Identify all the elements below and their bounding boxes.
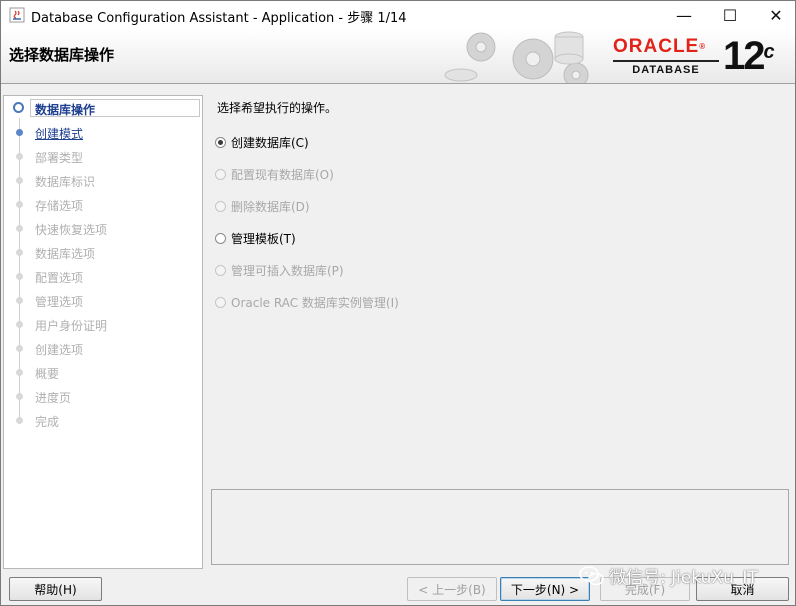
operation-prompt: 选择希望执行的操作。 [217, 101, 338, 115]
nav-step-label: 快速恢复选项 [35, 223, 108, 237]
nav-step-label: 创建选项 [35, 343, 84, 357]
nav-step-label: 配置选项 [35, 271, 84, 285]
step-marker-icon [16, 273, 23, 280]
step-marker-icon [16, 393, 23, 400]
step-marker-icon [16, 153, 23, 160]
operation-option-4[interactable]: 管理模板(T) [215, 229, 296, 247]
nav-step-label: 概要 [35, 367, 60, 381]
option-label: 创建数据库(C) [231, 135, 309, 150]
page-title: 选择数据库操作 [9, 46, 115, 64]
title-bar[interactable]: Database Configuration Assistant - Appli… [1, 1, 795, 29]
dbca-window: Database Configuration Assistant - Appli… [0, 0, 796, 606]
watermark-text: 微信号: JiekuXu_IT [609, 568, 758, 588]
back-button[interactable]: < 上一步(B) [407, 577, 497, 601]
operation-option-2: 配置现有数据库(O) [215, 165, 334, 183]
step-navigator: 数据库操作创建模式部署类型数据库标识存储选项快速恢复选项 数据库选项配置选项管理选… [3, 95, 203, 569]
nav-step-4: 数据库标识 [4, 170, 200, 190]
step-marker-icon [16, 297, 23, 304]
nav-step-11: 创建选项 [4, 338, 200, 358]
step-marker-icon [13, 102, 24, 113]
oracle-logo: ORACLE® DATABASE [613, 37, 719, 76]
step-marker-icon [16, 201, 23, 208]
java-app-icon [9, 7, 25, 23]
nav-step-label: 管理选项 [35, 295, 84, 309]
nav-step-12: 概要 [4, 362, 200, 382]
option-label: 配置现有数据库(O) [231, 167, 334, 182]
option-label: 管理模板(T) [231, 231, 296, 246]
radio-button[interactable] [215, 136, 226, 148]
logo-rule [613, 60, 719, 62]
nav-step-label: 创建模式 [35, 127, 84, 141]
nav-step-label: 数据库操作 [35, 103, 96, 117]
help-button[interactable]: 帮助(H) [9, 577, 102, 601]
step-marker-icon [16, 417, 23, 424]
next-button[interactable]: 下一步(N) > [500, 577, 590, 601]
close-button[interactable]: ✕ [753, 1, 796, 29]
nav-step-label: 部署类型 [35, 151, 84, 165]
detail-info-panel [211, 489, 789, 565]
operation-option-6: Oracle RAC 数据库实例管理(I) [215, 293, 399, 311]
oracle-wordmark: ORACLE® [613, 36, 707, 57]
nav-step-3: 部署类型 [4, 146, 200, 166]
option-label: 管理可插入数据库(P) [231, 263, 344, 278]
radio-button[interactable] [215, 232, 226, 244]
version-logo: 12c [723, 34, 775, 78]
main-panel: 选择希望执行的操作。 创建数据库(C) 配置现有数据库(O) 删除数据库(D) 管理模… [205, 87, 795, 569]
wechat-icon [579, 565, 604, 585]
nav-step-8: 配置选项 [4, 266, 200, 286]
nav-step-6: 快速恢复选项 [4, 218, 200, 238]
step-marker-icon [16, 249, 23, 256]
nav-step-label: 数据库标识 [35, 175, 96, 189]
nav-step-label: 用户身份证明 [35, 319, 108, 333]
nav-step-14: 完成 [4, 410, 200, 430]
nav-step-9: 管理选项 [4, 290, 200, 310]
radio-button [215, 296, 226, 308]
window-title: Database Configuration Assistant - Appli… [31, 11, 407, 26]
operation-option-5: 管理可插入数据库(P) [215, 261, 344, 279]
nav-step-label: 存储选项 [35, 199, 84, 213]
step-marker-icon [16, 225, 23, 232]
operation-option-3: 删除数据库(D) [215, 197, 310, 215]
minimize-button[interactable]: — [661, 1, 707, 29]
nav-step-label: 数据库选项 [35, 247, 96, 261]
radio-button [215, 200, 226, 212]
step-marker-icon [16, 129, 23, 136]
nav-step-7: 数据库选项 [4, 242, 200, 262]
nav-step-5: 存储选项 [4, 194, 200, 214]
option-label: Oracle RAC 数据库实例管理(I) [231, 295, 399, 310]
nav-step-13: 进度页 [4, 386, 200, 406]
maximize-button[interactable]: ☐ [707, 1, 753, 29]
option-label: 删除数据库(D) [231, 199, 310, 214]
header-banner: 选择数据库操作 ORACLE® DATABASE 12c [1, 29, 795, 84]
oracle-database-label: DATABASE [632, 64, 700, 76]
radio-button [215, 264, 226, 276]
step-marker-icon [16, 369, 23, 376]
radio-button [215, 168, 226, 180]
step-marker-icon [16, 345, 23, 352]
nav-step-label: 完成 [35, 415, 60, 429]
gears-decoration-icon [444, 31, 589, 83]
operation-option-1[interactable]: 创建数据库(C) [215, 133, 309, 151]
nav-step-1[interactable]: 数据库操作 [4, 98, 200, 118]
wechat-watermark: 微信号: JiekuXu_IT [579, 563, 758, 588]
nav-step-label: 进度页 [35, 391, 72, 405]
nav-step-2[interactable]: 创建模式 [4, 122, 200, 142]
nav-step-10: 用户身份证明 [4, 314, 200, 334]
step-marker-icon [16, 321, 23, 328]
step-marker-icon [16, 177, 23, 184]
